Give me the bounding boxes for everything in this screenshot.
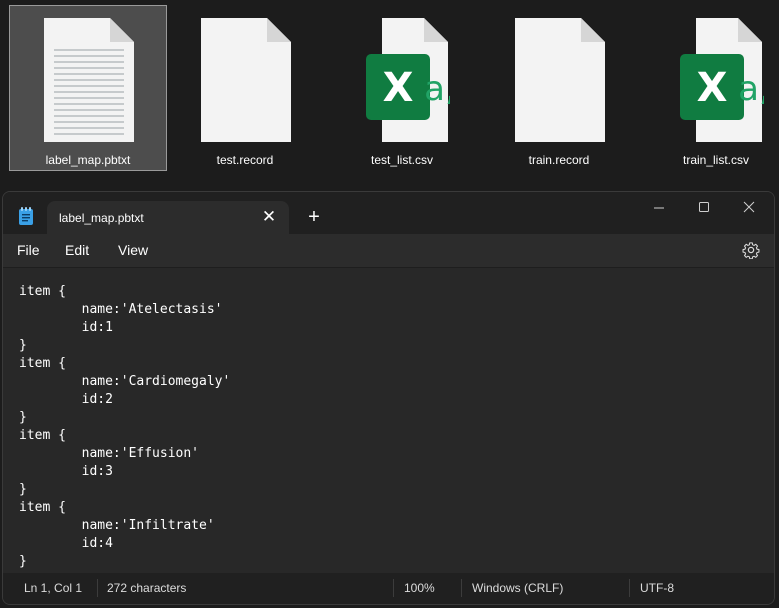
close-icon	[743, 201, 755, 213]
minimize-icon	[654, 207, 664, 209]
tab-title: label_map.pbtxt	[59, 211, 144, 225]
file-item-train-list-csv[interactable]: X a, train_list.csv	[638, 6, 779, 170]
csv-glyph: a,	[738, 69, 764, 109]
notepad-window: label_map.pbtxt ✕ + File Edit View item …	[2, 191, 775, 605]
maximize-icon	[699, 202, 709, 212]
csv-glyph: a,	[424, 69, 450, 109]
file-item-test-list-csv[interactable]: X a, test_list.csv	[324, 6, 480, 170]
cursor-position: Ln 1, Col 1	[24, 581, 83, 595]
notepad-app-icon	[19, 207, 33, 225]
close-window-button[interactable]	[726, 192, 772, 224]
file-item-test-record[interactable]: test.record	[167, 6, 323, 170]
minimize-button[interactable]	[636, 192, 682, 224]
file-explorer-grid: label_map.pbtxt test.record X a, test_li…	[0, 0, 779, 188]
file-name: test.record	[216, 153, 274, 167]
status-divider	[461, 579, 462, 597]
settings-gear-icon[interactable]	[742, 241, 760, 259]
status-divider	[97, 579, 98, 597]
excel-csv-file-icon: X a,	[366, 18, 450, 142]
menu-file[interactable]: File	[17, 242, 40, 258]
close-tab-icon[interactable]: ✕	[259, 207, 279, 227]
zoom-level[interactable]: 100%	[404, 581, 435, 595]
line-ending[interactable]: Windows (CRLF)	[472, 581, 563, 595]
file-item-train-record[interactable]: train.record	[481, 6, 637, 170]
menu-view[interactable]: View	[118, 242, 148, 258]
status-divider	[393, 579, 394, 597]
character-count: 272 characters	[107, 581, 187, 595]
blank-file-icon	[201, 18, 291, 142]
excel-glyph: X	[383, 65, 414, 111]
file-name: label_map.pbtxt	[45, 153, 131, 167]
excel-csv-file-icon: X a,	[680, 18, 764, 142]
new-tab-button[interactable]: +	[303, 206, 325, 228]
excel-glyph: X	[697, 65, 728, 111]
file-name: train.record	[528, 153, 590, 167]
status-divider	[629, 579, 630, 597]
encoding[interactable]: UTF-8	[640, 581, 674, 595]
menu-bar: File Edit View	[3, 234, 774, 267]
menu-edit[interactable]: Edit	[65, 242, 89, 258]
blank-file-icon	[515, 18, 605, 142]
tab-label-map[interactable]: label_map.pbtxt ✕	[47, 201, 289, 234]
file-name: train_list.csv	[682, 153, 750, 167]
maximize-button[interactable]	[681, 192, 727, 224]
text-editor[interactable]: item { name:'Atelectasis' id:1 } item { …	[3, 267, 774, 574]
text-file-icon	[44, 18, 134, 142]
editor-content[interactable]: item { name:'Atelectasis' id:1 } item { …	[19, 283, 230, 571]
status-bar: Ln 1, Col 1 272 characters 100% Windows …	[3, 573, 774, 604]
file-item-label-map[interactable]: label_map.pbtxt	[9, 5, 167, 171]
file-name: test_list.csv	[370, 153, 433, 167]
title-bar[interactable]: label_map.pbtxt ✕ +	[3, 192, 774, 234]
